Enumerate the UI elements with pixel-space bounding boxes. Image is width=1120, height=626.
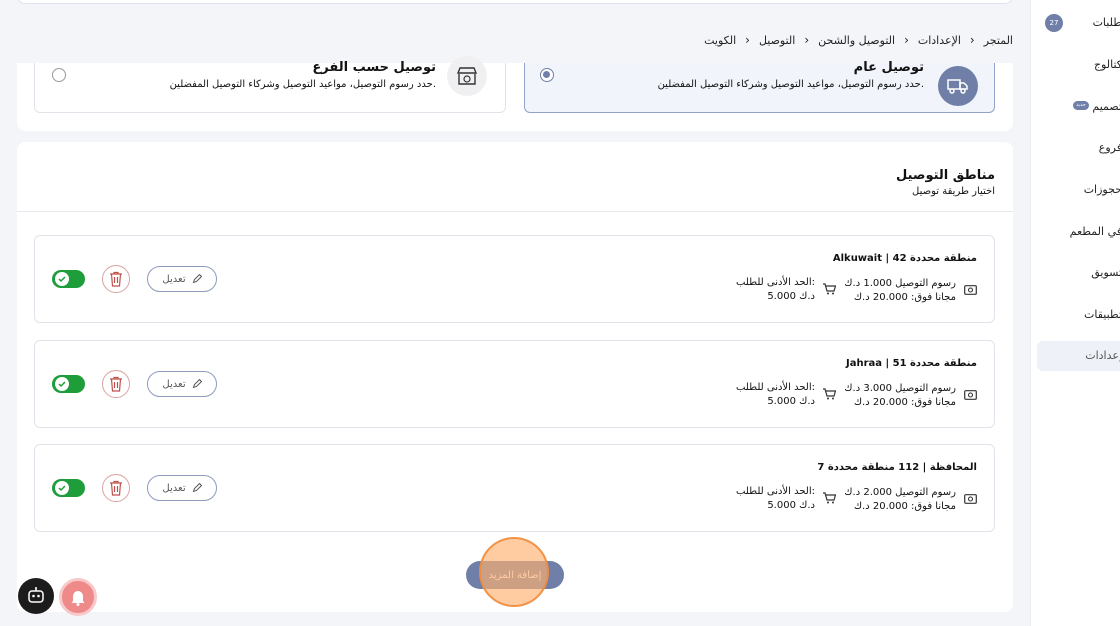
- delete-button[interactable]: [102, 370, 130, 398]
- delivery-type-card: توصيل عام حدد رسوم التوصيل، مواعيد التوص…: [17, 56, 1013, 131]
- zone-title: Alkuwait | 42 منطقة محددة: [832, 253, 977, 264]
- trash-icon: [110, 271, 122, 287]
- top-card-edge: [17, 0, 1013, 4]
- edit-label: تعديل: [162, 378, 186, 390]
- chevron-left-icon: ‹: [745, 33, 750, 47]
- delete-button[interactable]: [102, 474, 130, 502]
- free-above: مجانا فوق: 20.000 د.ك: [853, 501, 956, 512]
- edit-button[interactable]: تعديل: [147, 475, 217, 501]
- breadcrumb: المتجر ‹ الإعدادات ‹ التوصيل والشحن ‹ ال…: [704, 33, 1013, 47]
- section-subtitle: اختيار طريقة توصيل: [912, 186, 995, 197]
- cash-icon: [964, 494, 977, 504]
- add-more-button[interactable]: إضافة المزيد: [466, 561, 564, 589]
- zone-toggle[interactable]: [52, 375, 85, 393]
- sidebar-item-settings[interactable]: إعدادات: [1037, 341, 1120, 371]
- cash-icon: [964, 285, 977, 295]
- edit-button[interactable]: تعديل: [147, 266, 217, 292]
- min-order-value: 5.000 د.ك: [767, 500, 815, 511]
- edit-label: تعديل: [162, 482, 186, 494]
- delivery-fee: رسوم التوصيل 1.000 د.ك: [844, 278, 956, 289]
- branch-delivery-desc: حدد رسوم التوصيل، مواعيد التوصيل وشركاء …: [169, 79, 436, 90]
- zone-card: Jahraa | 51 منطقة محددة رسوم التوصيل 3.0…: [34, 340, 995, 428]
- delivery-zones-card: مناطق التوصيل اختيار طريقة توصيل Alkuwai…: [17, 142, 1013, 612]
- orders-count-badge: 27: [1045, 14, 1063, 32]
- free-above: مجانا فوق: 20.000 د.ك: [853, 292, 956, 303]
- delete-button[interactable]: [102, 265, 130, 293]
- check-icon: [58, 485, 66, 492]
- chatbot-icon[interactable]: [18, 578, 54, 614]
- min-order-label: الحد الأدنى للطلب:: [735, 486, 815, 497]
- general-delivery-desc: حدد رسوم التوصيل، مواعيد التوصيل وشركاء …: [657, 79, 924, 90]
- chevron-left-icon: ‹: [969, 33, 975, 47]
- min-order-label: الحد الأدنى للطلب:: [735, 277, 815, 288]
- zone-title: 7 المحافظة | 112 منطقة محددة: [817, 462, 977, 473]
- trash-icon: [110, 376, 122, 392]
- general-delivery-radio[interactable]: [540, 68, 554, 82]
- section-title: مناطق التوصيل: [896, 168, 995, 183]
- sidebar: طلبات 27 كتالوج تصميم جديد فروع حجوزات ف…: [1030, 0, 1120, 626]
- cart-icon: [823, 388, 836, 400]
- cart-icon: [823, 492, 836, 504]
- edit-button[interactable]: تعديل: [147, 371, 217, 397]
- pencil-icon: [192, 483, 202, 493]
- check-icon: [58, 381, 66, 388]
- zone-card: Alkuwait | 42 منطقة محددة رسوم التوصيل 1…: [34, 235, 995, 323]
- zone-toggle[interactable]: [52, 479, 85, 497]
- option-branch-delivery[interactable]: توصيل حسب الفرع حدد رسوم التوصيل، مواعيد…: [34, 56, 506, 113]
- zone-card: 7 المحافظة | 112 منطقة محددة رسوم التوصي…: [34, 444, 995, 532]
- min-order-value: 5.000 د.ك: [767, 396, 815, 407]
- chevron-left-icon: ‹: [904, 33, 909, 47]
- zone-title: Jahraa | 51 منطقة محددة: [846, 358, 977, 369]
- truck-icon: [938, 66, 978, 106]
- trash-icon: [110, 480, 122, 496]
- min-order-value: 5.000 د.ك: [767, 291, 815, 302]
- delivery-fee: رسوم التوصيل 2.000 د.ك: [844, 487, 956, 498]
- divider: [17, 211, 1013, 212]
- cart-icon: [823, 283, 836, 295]
- breadcrumb-kuwait: الكويت: [704, 33, 737, 47]
- store-icon: [447, 56, 487, 96]
- breadcrumb-delivery[interactable]: التوصيل: [759, 34, 795, 47]
- breadcrumb-store[interactable]: المتجر: [984, 34, 1013, 47]
- branch-delivery-title: توصيل حسب الفرع: [312, 60, 436, 75]
- breadcrumb-delivery-shipping[interactable]: التوصيل والشحن: [818, 34, 895, 47]
- option-general-delivery[interactable]: توصيل عام حدد رسوم التوصيل، مواعيد التوص…: [524, 60, 995, 113]
- pencil-icon: [192, 274, 202, 284]
- delivery-fee: رسوم التوصيل 3.000 د.ك: [844, 383, 956, 394]
- chevron-left-icon: ‹: [804, 33, 810, 47]
- general-delivery-title: توصيل عام: [853, 60, 924, 75]
- new-badge: جديد: [1073, 101, 1089, 110]
- bell-icon[interactable]: [59, 578, 97, 616]
- check-icon: [58, 276, 66, 283]
- pencil-icon: [192, 379, 202, 389]
- free-above: مجانا فوق: 20.000 د.ك: [853, 397, 956, 408]
- zone-toggle[interactable]: [52, 270, 85, 288]
- min-order-label: الحد الأدنى للطلب:: [735, 382, 815, 393]
- edit-label: تعديل: [162, 273, 186, 285]
- branch-delivery-radio[interactable]: [52, 68, 66, 82]
- cash-icon: [964, 390, 977, 400]
- breadcrumb-settings[interactable]: الإعدادات: [918, 34, 961, 47]
